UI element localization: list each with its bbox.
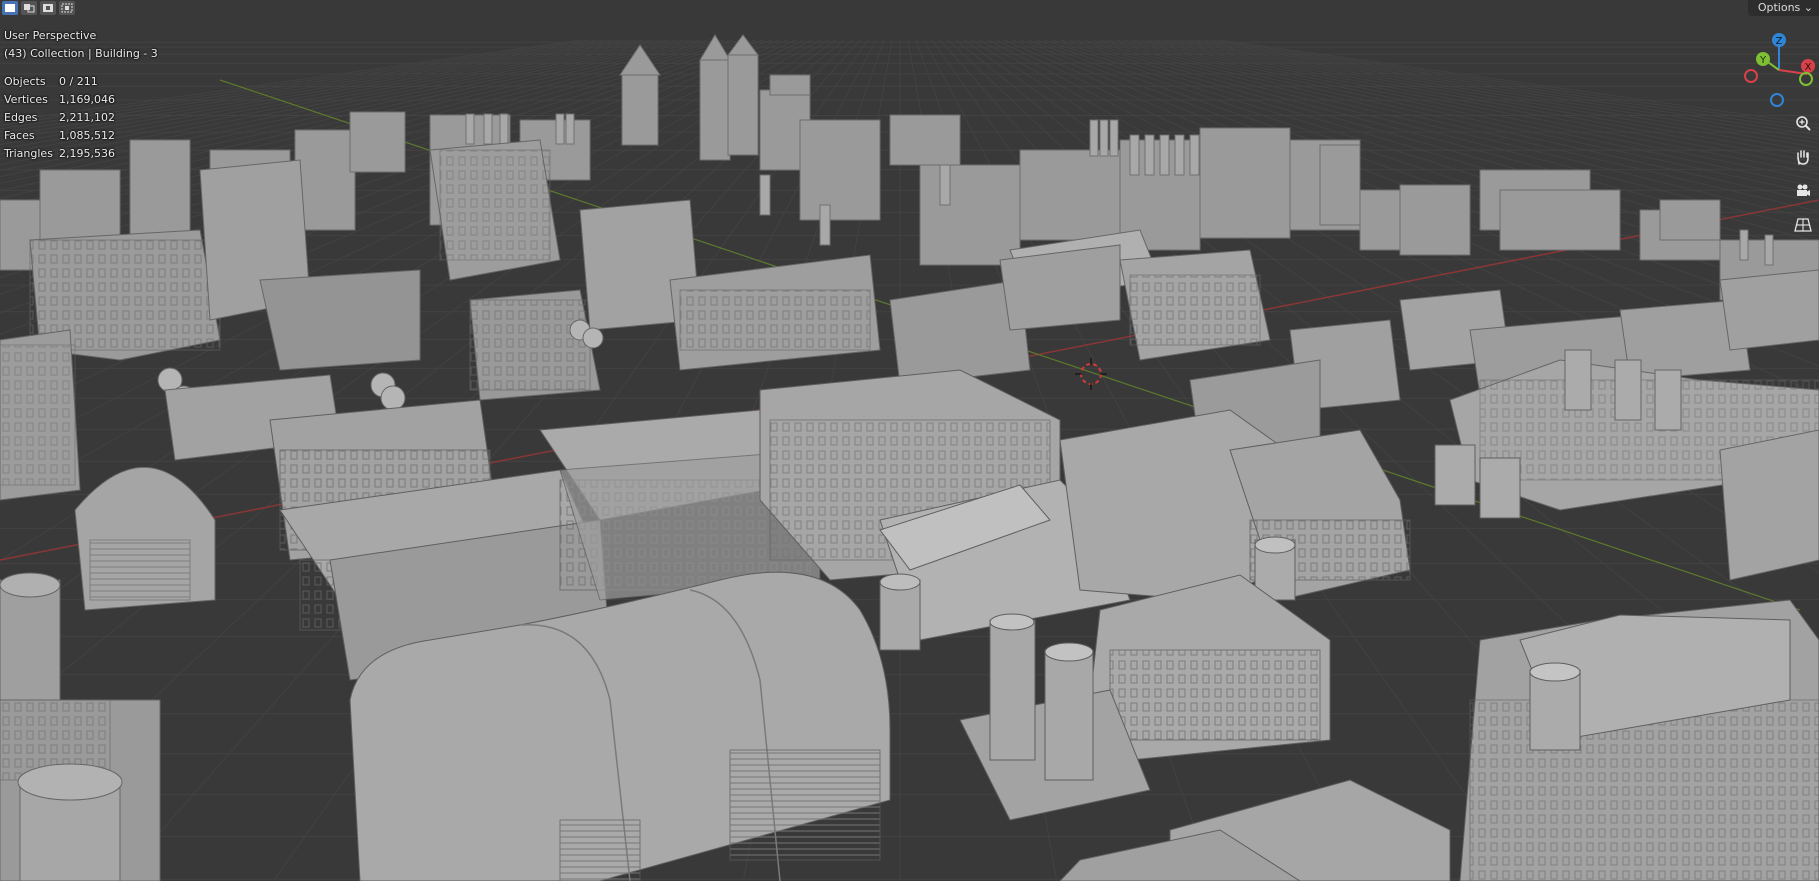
svg-text:Y: Y	[1759, 55, 1767, 66]
3d-viewport[interactable]: Options ⌄ User Perspective (43) Collecti…	[0, 0, 1819, 881]
options-label: Options	[1757, 1, 1801, 14]
gizmo-axis-neg-z[interactable]	[1770, 93, 1784, 107]
stat-faces: Faces 1,085,512	[4, 129, 115, 142]
pan-hand-icon[interactable]	[1791, 145, 1815, 169]
viewport-info-overlay: User Perspective (43) Collection | Build…	[4, 27, 158, 163]
collection-label: (43) Collection | Building - 3	[4, 47, 158, 60]
navigation-buttons	[1791, 111, 1815, 237]
navigation-gizmo[interactable]: Z Y X	[1739, 30, 1819, 110]
stat-vertices: Vertices 1,169,046	[4, 93, 115, 106]
selection-mode-group	[0, 0, 77, 16]
zoom-icon[interactable]	[1791, 111, 1815, 135]
extend-selection-icon[interactable]	[21, 1, 37, 15]
svg-text:X: X	[1805, 62, 1812, 73]
chevron-down-icon: ⌄	[1803, 1, 1813, 14]
scene-statistics: Objects 0 / 211 Vertices 1,169,046 Edges 2,…	[4, 73, 158, 163]
subtract-selection-icon[interactable]	[40, 1, 56, 15]
stat-triangles: Triangles 2,195,536	[4, 147, 115, 160]
select-new-icon[interactable]	[2, 1, 18, 15]
camera-icon[interactable]	[1791, 179, 1815, 203]
perspective-label: User Perspective	[4, 29, 97, 42]
options-dropdown[interactable]: Options ⌄	[1747, 0, 1819, 16]
stat-edges: Edges 2,211,102	[4, 111, 115, 124]
intersect-selection-icon[interactable]	[59, 1, 75, 15]
stat-objects: Objects 0 / 211	[4, 75, 98, 88]
perspective-grid-icon[interactable]	[1791, 213, 1815, 237]
svg-text:Z: Z	[1776, 36, 1783, 47]
gizmo-axis-neg-x[interactable]	[1744, 69, 1758, 83]
viewport-scene[interactable]	[0, 0, 1819, 881]
